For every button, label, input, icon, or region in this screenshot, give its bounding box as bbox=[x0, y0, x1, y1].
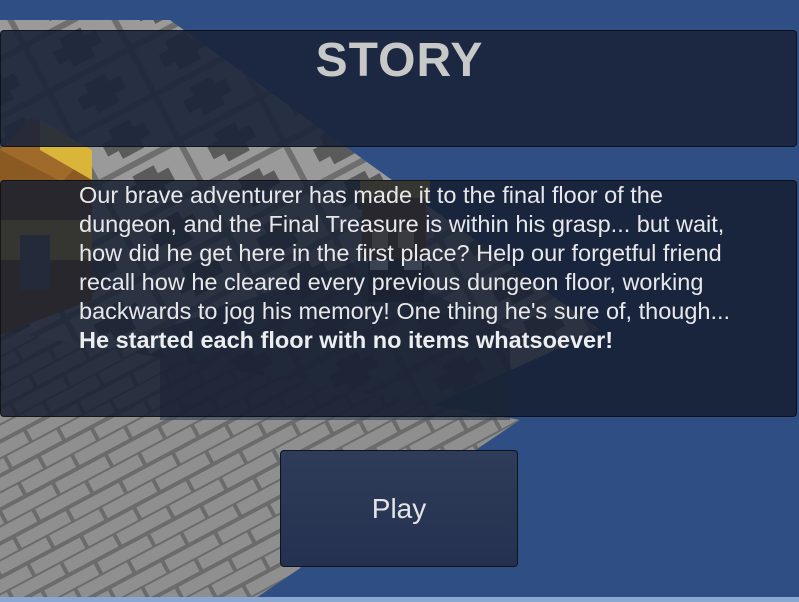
play-button[interactable]: Play bbox=[280, 450, 518, 567]
page-title: STORY bbox=[315, 34, 484, 87]
story-emphasis: He started each floor with no items what… bbox=[79, 327, 614, 353]
story-text: Our brave adventurer has made it to the … bbox=[79, 181, 739, 355]
story-intro: Our brave adventurer has made it to the … bbox=[79, 182, 731, 324]
bottom-edge-bar bbox=[0, 597, 799, 602]
